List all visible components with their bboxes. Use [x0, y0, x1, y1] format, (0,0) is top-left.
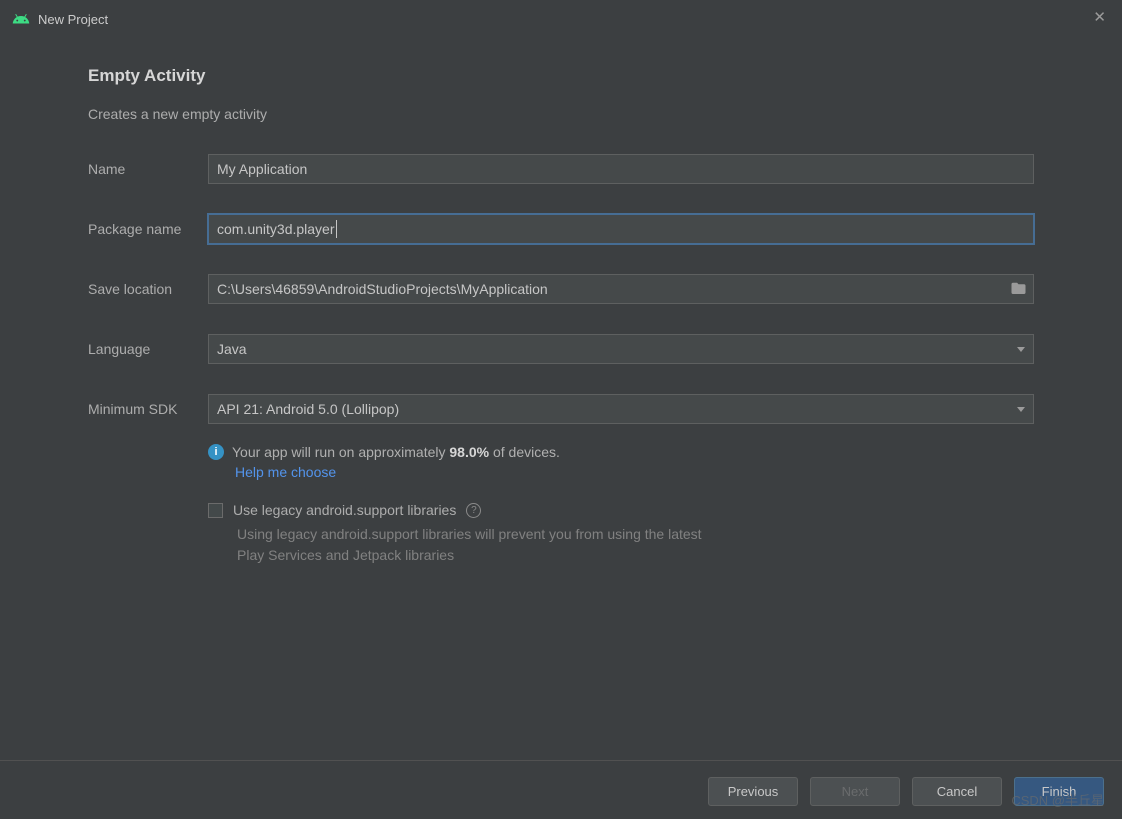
legacy-checkbox[interactable]: [208, 503, 223, 518]
footer-divider: [0, 760, 1122, 761]
window-title: New Project: [38, 12, 108, 27]
legacy-description: Using legacy android.support libraries w…: [237, 524, 727, 566]
label-minsdk: Minimum SDK: [88, 401, 208, 417]
legacy-checkbox-row: Use legacy android.support libraries ?: [208, 502, 1034, 518]
close-icon[interactable]: ✕: [1093, 10, 1106, 25]
language-value: Java: [217, 341, 247, 357]
finish-button[interactable]: Finish: [1014, 777, 1104, 806]
android-icon: [12, 10, 30, 28]
label-package: Package name: [88, 221, 208, 237]
legacy-section: Use legacy android.support libraries ? U…: [208, 502, 1034, 566]
row-minsdk: Minimum SDK API 21: Android 5.0 (Lollipo…: [88, 394, 1034, 424]
label-language: Language: [88, 341, 208, 357]
info-icon: i: [208, 444, 224, 460]
text-cursor: [336, 220, 337, 238]
row-language: Language Java: [88, 334, 1034, 364]
name-input[interactable]: [208, 154, 1034, 184]
help-me-choose-link[interactable]: Help me choose: [235, 464, 1034, 480]
content-area: Empty Activity Creates a new empty activ…: [0, 38, 1122, 566]
next-button[interactable]: Next: [810, 777, 900, 806]
help-icon[interactable]: ?: [466, 503, 481, 518]
info-text: Your app will run on approximately 98.0%…: [232, 444, 560, 460]
package-input-value: com.unity3d.player: [217, 221, 335, 237]
chevron-down-icon: [1017, 347, 1025, 352]
page-subheading: Creates a new empty activity: [88, 106, 1034, 122]
minsdk-select[interactable]: API 21: Android 5.0 (Lollipop): [208, 394, 1034, 424]
info-line: i Your app will run on approximately 98.…: [208, 444, 1034, 460]
page-heading: Empty Activity: [88, 66, 1034, 86]
language-select[interactable]: Java: [208, 334, 1034, 364]
package-input[interactable]: com.unity3d.player: [208, 214, 1034, 244]
button-bar: Previous Next Cancel Finish: [708, 777, 1104, 806]
folder-open-icon[interactable]: [1010, 280, 1027, 299]
previous-button[interactable]: Previous: [708, 777, 798, 806]
chevron-down-icon: [1017, 407, 1025, 412]
savelocation-input-wrap: [208, 274, 1034, 304]
savelocation-input[interactable]: [209, 281, 1010, 297]
info-section: i Your app will run on approximately 98.…: [208, 444, 1034, 480]
legacy-checkbox-label: Use legacy android.support libraries: [233, 502, 456, 518]
minsdk-value: API 21: Android 5.0 (Lollipop): [217, 401, 399, 417]
label-name: Name: [88, 161, 208, 177]
row-savelocation: Save location: [88, 274, 1034, 304]
info-percent: 98.0%: [449, 444, 489, 460]
cancel-button[interactable]: Cancel: [912, 777, 1002, 806]
label-savelocation: Save location: [88, 281, 208, 297]
row-name: Name: [88, 154, 1034, 184]
titlebar: New Project ✕: [0, 0, 1122, 38]
row-package: Package name com.unity3d.player: [88, 214, 1034, 244]
